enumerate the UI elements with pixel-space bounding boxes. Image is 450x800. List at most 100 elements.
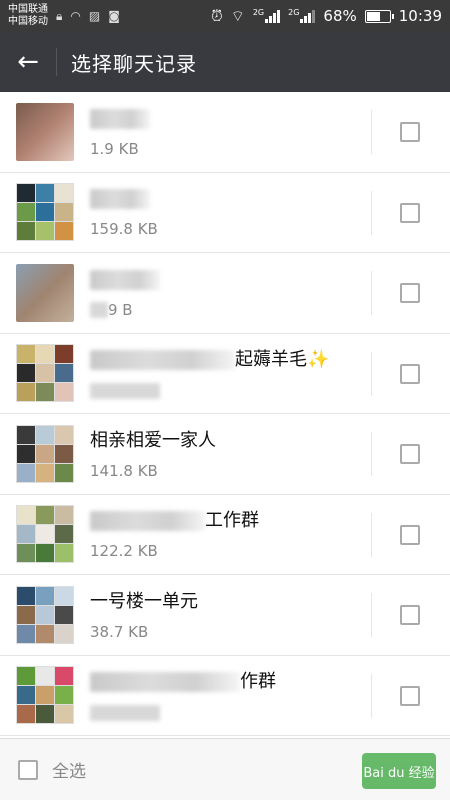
chat-checkbox[interactable] <box>400 444 420 464</box>
avatar-tile <box>17 686 35 705</box>
status-bar: 中国联通 中国移动 🔒︎ ◠ ▨ ◙ ⏰︎ ⌔ 2G 2G 68% 10:39 <box>0 0 450 32</box>
avatar-tile <box>17 203 35 222</box>
chat-size: 141.8 KB <box>90 462 450 480</box>
chat-name-text: 一号楼一单元 <box>90 590 198 612</box>
redacted-name <box>90 511 205 532</box>
chat-name <box>90 267 450 293</box>
avatar-tile <box>36 624 54 643</box>
chat-row[interactable]: 作群 <box>0 656 450 736</box>
chat-checkbox[interactable] <box>400 605 420 625</box>
row-separator <box>371 512 372 557</box>
carrier-2: 中国移动 <box>8 16 48 27</box>
chat-checkbox[interactable] <box>400 524 420 545</box>
chat-name: 相亲相爱一家人 <box>90 428 450 454</box>
avatar-tile <box>55 506 73 525</box>
avatar-tile <box>55 463 73 482</box>
chat-size: 1.9 KB <box>90 140 450 158</box>
avatar-tile <box>55 525 73 544</box>
avatar-tile <box>36 444 54 463</box>
avatar-tile <box>55 605 73 624</box>
group-avatar <box>16 424 74 483</box>
redacted-name <box>90 189 150 210</box>
header-divider <box>56 48 57 76</box>
status-left-icons: 🔒︎ ◠ ▨ ◙ <box>56 9 120 24</box>
avatar-tile <box>36 383 54 402</box>
avatar-tile <box>17 463 35 482</box>
chat-row[interactable]: 1.9 KB <box>0 92 450 173</box>
redacted-name <box>90 672 240 693</box>
signal-2: 2G <box>288 8 316 23</box>
chat-info: 起薅羊毛✨ <box>90 347 450 399</box>
carrier-1: 中国联通 <box>8 4 48 15</box>
row-separator <box>371 110 372 154</box>
chat-row[interactable]: 相亲相爱一家人 141.8 KB <box>0 414 450 495</box>
chat-size-text: 122.2 KB <box>90 542 158 561</box>
redacted-size <box>90 704 160 721</box>
chat-row[interactable]: 一号楼一单元 38.7 KB <box>0 575 450 656</box>
chat-size: 9 B <box>90 301 450 319</box>
chat-checkbox[interactable] <box>400 283 420 303</box>
avatar-tile <box>17 705 35 724</box>
group-avatar <box>16 505 74 564</box>
lock-icon: 🔒︎ <box>56 8 63 23</box>
image-icon: ▨ <box>88 9 101 23</box>
chat-info: 9 B <box>90 267 450 319</box>
avatar-tile <box>17 425 35 444</box>
chat-checkbox[interactable] <box>400 122 420 142</box>
avatar-tile <box>55 686 73 705</box>
chat-size <box>90 381 450 399</box>
row-separator <box>371 351 372 396</box>
avatar-tile <box>36 203 54 222</box>
avatar-tile <box>17 605 35 624</box>
chat-size-text: 141.8 KB <box>90 461 158 480</box>
avatar-tile <box>36 586 54 605</box>
group-avatar <box>16 344 74 403</box>
app-icon: ◙ <box>108 9 120 23</box>
avatar-tile <box>36 686 54 705</box>
select-all-checkbox[interactable] <box>18 759 38 780</box>
select-all-label[interactable]: 全选 <box>52 757 86 782</box>
signal-bars-icon <box>300 9 316 23</box>
chat-checkbox[interactable] <box>400 685 420 706</box>
wifi-icon: ⌔ <box>230 6 245 25</box>
redacted-name <box>90 269 160 290</box>
chat-size: 159.8 KB <box>90 220 450 238</box>
avatar-tile <box>55 425 73 444</box>
network-2-label: 2G <box>288 8 300 17</box>
battery-fill <box>366 11 381 21</box>
chat-checkbox[interactable] <box>400 363 420 384</box>
chat-name-text: 起薅羊毛✨ <box>235 349 330 371</box>
chat-name: 起薅羊毛✨ <box>90 347 450 373</box>
chat-row[interactable]: 起薅羊毛✨ <box>0 334 450 414</box>
group-avatar <box>16 585 74 644</box>
avatar-tile <box>36 506 54 525</box>
chat-name-text: 工作群 <box>205 510 259 532</box>
avatar-tile <box>17 222 35 241</box>
clock: 10:39 <box>398 7 442 25</box>
avatar-tile <box>36 345 54 364</box>
row-separator <box>371 593 372 637</box>
avatar-tile <box>55 544 73 563</box>
signal-1: 2G <box>253 9 281 23</box>
watermark-logo: Bai du 经验 <box>362 753 436 789</box>
avatar-tile <box>36 184 54 203</box>
avatar-tile <box>17 624 35 643</box>
chat-checkbox[interactable] <box>400 202 420 223</box>
redacted-name <box>90 350 235 371</box>
row-separator <box>371 673 372 718</box>
avatar-tile <box>36 222 54 241</box>
avatar-tile <box>36 525 54 544</box>
chat-row[interactable]: 工作群 122.2 KB <box>0 495 450 575</box>
avatar-tile <box>36 425 54 444</box>
chat-info: 1.9 KB <box>90 106 450 158</box>
battery-percent: 68% <box>323 7 357 25</box>
back-arrow-icon[interactable]: ← <box>0 32 56 92</box>
footer: 全选 Bai du 经验 <box>0 738 450 800</box>
redacted-name <box>90 108 150 129</box>
chat-row[interactable]: 159.8 KB <box>0 173 450 253</box>
avatar-tile <box>55 345 73 364</box>
chat-name-text: 相亲相爱一家人 <box>90 429 216 451</box>
avatar-tile <box>55 705 73 724</box>
chat-size <box>90 703 450 721</box>
chat-row[interactable]: 9 B <box>0 253 450 334</box>
